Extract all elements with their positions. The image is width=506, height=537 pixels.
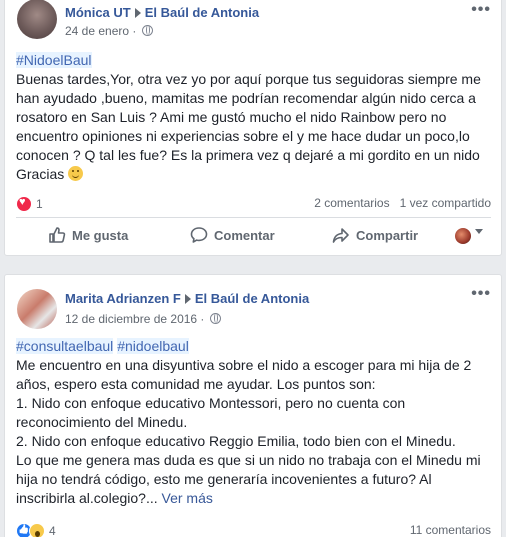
smile-emoji-icon <box>68 166 84 181</box>
author-name-link[interactable]: Mónica UT <box>65 5 131 20</box>
arrow-right-icon <box>184 294 191 304</box>
like-button-label: Me gusta <box>72 228 129 243</box>
post-body: #consultaelbaul #nidoelbaul Me encuentro… <box>16 337 491 508</box>
post-meta: 24 de enero · <box>65 24 153 38</box>
post-text-line: 2. Nido con enfoque educativo Reggio Emi… <box>16 433 456 449</box>
post-date-link[interactable]: 12 de diciembre de 2016 <box>65 312 197 326</box>
globe-icon <box>141 25 153 36</box>
thumbs-up-icon <box>49 227 66 243</box>
group-name-link[interactable]: El Baúl de Antonia <box>145 5 259 20</box>
post-text-line: Lo que me genera mas duda es que si un n… <box>16 452 481 506</box>
more-options-button[interactable]: ••• <box>471 1 491 19</box>
hashtag-link[interactable]: #consultaelbaul <box>16 338 114 354</box>
hashtag-link[interactable]: #nidoelbaul <box>117 338 189 354</box>
author-name-link[interactable]: Marita Adrianzen F <box>65 291 181 306</box>
group-name-link[interactable]: El Baúl de Antonia <box>195 291 309 306</box>
divider <box>16 217 491 218</box>
author-avatar[interactable] <box>17 0 57 39</box>
globe-icon <box>209 313 221 324</box>
hashtag-link[interactable]: #NidoelBaul <box>16 52 92 68</box>
share-arrow-icon <box>332 228 349 243</box>
arrow-right-icon <box>134 8 141 18</box>
share-button[interactable]: Compartir <box>332 221 418 251</box>
comments-count-link[interactable]: 2 comentarios <box>314 196 389 210</box>
author-avatar[interactable] <box>17 289 57 329</box>
post-header: Mónica UT El Baúl de Antonia <box>65 5 259 20</box>
post-body: #NidoelBaul Buenas tardes,Yor, otra vez … <box>16 51 491 184</box>
reaction-count[interactable]: 1 <box>36 197 43 211</box>
post-text: Buenas tardes,Yor, otra vez yo por aquí … <box>16 71 481 182</box>
reaction-count[interactable]: 4 <box>49 524 56 537</box>
post-text-line: Me encuentro en una disyuntiva sobre el … <box>16 357 472 392</box>
post-meta: 12 de diciembre de 2016 · <box>65 312 221 326</box>
action-bar: Me gusta Comentar Compartir <box>16 221 491 251</box>
see-more-link[interactable]: Ver más <box>162 490 213 506</box>
comment-button[interactable]: Comentar <box>190 221 275 251</box>
more-options-button[interactable]: ••• <box>471 285 491 303</box>
shares-count-link[interactable]: 1 vez compartido <box>400 196 491 210</box>
reactions-summary: 1 2 comentarios 1 vez compartido <box>16 196 491 214</box>
share-button-label: Compartir <box>356 228 419 243</box>
love-reaction-icon[interactable] <box>16 196 32 212</box>
chevron-down-icon <box>475 229 483 234</box>
wow-reaction-icon[interactable] <box>29 523 45 537</box>
post-text-line: 1. Nido con enfoque educativo Montessori… <box>16 395 406 430</box>
comment-button-label: Comentar <box>214 228 275 243</box>
comment-icon <box>190 227 208 243</box>
reactions-summary: 4 11 comentarios <box>16 523 491 537</box>
post-date-link[interactable]: 24 de enero <box>65 24 129 38</box>
share-as-selector[interactable] <box>455 228 483 246</box>
feed-post: Mónica UT El Baúl de Antonia 24 de enero … <box>4 0 502 256</box>
user-avatar <box>455 228 471 244</box>
post-header: Marita Adrianzen F El Baúl de Antonia <box>65 291 309 306</box>
comments-count-link[interactable]: 11 comentarios <box>410 523 491 537</box>
like-button[interactable]: Me gusta <box>48 221 128 251</box>
feed-post: Marita Adrianzen F El Baúl de Antonia 12 … <box>4 274 502 537</box>
